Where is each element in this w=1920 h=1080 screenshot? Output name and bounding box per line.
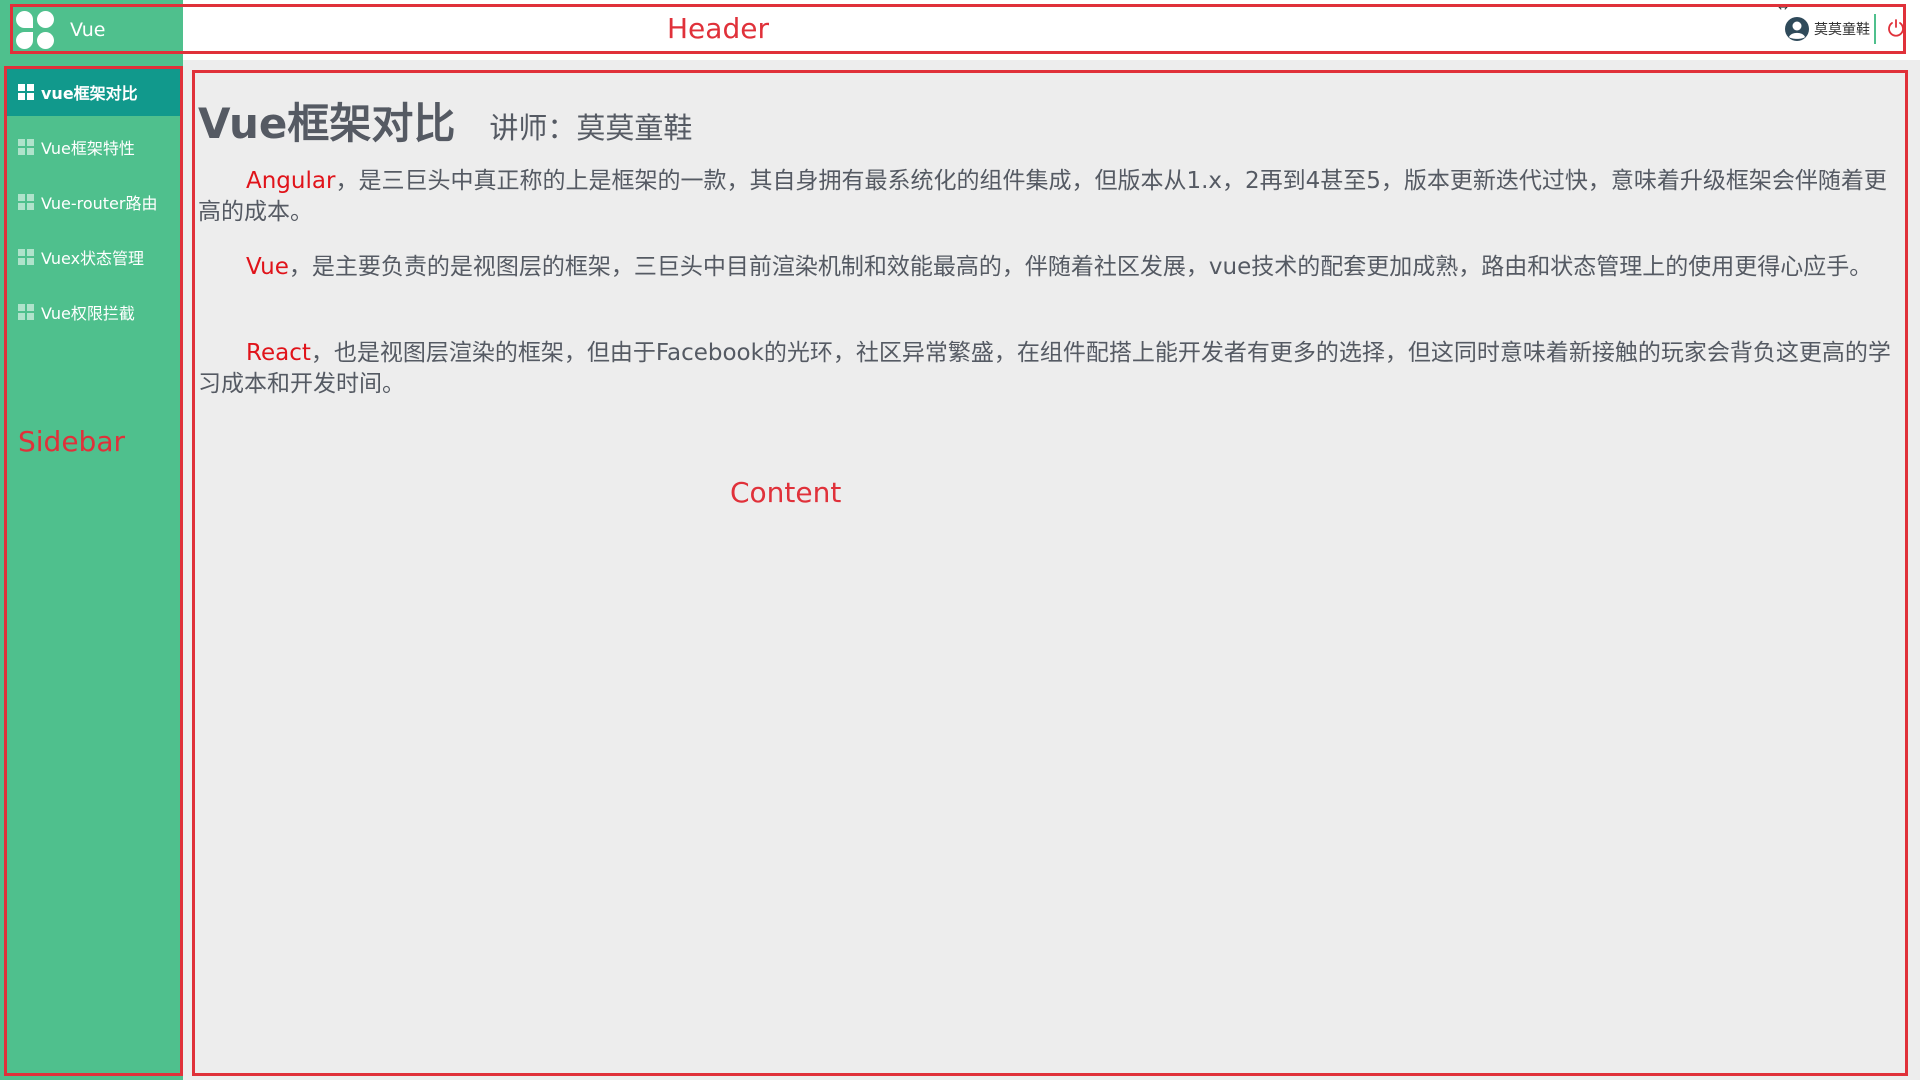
sidebar-menu: vue框架对比 Vue框架特性 Vue-router路由 Vuex状态管理 Vu…	[7, 68, 180, 343]
sidebar-item-label: Vue-router路由	[41, 194, 158, 213]
power-icon[interactable]	[1886, 18, 1906, 38]
header-annotation: Header	[667, 12, 769, 45]
vue-logo-icon	[16, 11, 54, 49]
grid-icon	[18, 249, 34, 265]
grid-icon	[18, 84, 34, 100]
grid-icon	[18, 194, 34, 210]
paragraph-react: React，也是视图层渲染的框架，但由于Facebook的光环，社区异常繁盛，在…	[198, 338, 1900, 400]
page-title: Vue框架对比	[198, 99, 456, 148]
logo-text: Vue	[70, 19, 106, 41]
header-divider	[1874, 14, 1876, 44]
header: Vue ↔ 莫莫童鞋	[0, 0, 1920, 60]
paragraph-text: ，也是视图层渲染的框架，但由于Facebook的光环，社区异常繁盛，在组件配搭上…	[198, 340, 1891, 397]
logo-area[interactable]: Vue	[0, 0, 183, 60]
sidebar-item-label: vue框架对比	[41, 84, 138, 103]
paragraph-vue: Vue，是主要负责的是视图层的框架，三巨头中目前渲染机制和效能最高的，伴随着社区…	[198, 252, 1900, 283]
sidebar-annotation: Sidebar	[18, 425, 125, 458]
sidebar-item-label: Vuex状态管理	[41, 249, 145, 268]
app-root: Vue ↔ 莫莫童鞋 vue框架对比 Vue框架特性 Vue-router路由 …	[0, 0, 1920, 1080]
sidebar-item-vuex[interactable]: Vuex状态管理	[7, 233, 180, 281]
sidebar-item-label: Vue权限拦截	[41, 304, 135, 323]
user-avatar-icon	[1785, 17, 1809, 41]
sidebar-item-vue-features[interactable]: Vue框架特性	[7, 123, 180, 171]
sidebar-item-label: Vue框架特性	[41, 139, 135, 158]
sidebar-item-vue-auth[interactable]: Vue权限拦截	[7, 288, 180, 336]
paragraph-angular: Angular，是三巨头中真正称的上是框架的一款，其自身拥有最系统化的组件集成，…	[198, 166, 1900, 228]
sidebar-item-vue-router[interactable]: Vue-router路由	[7, 178, 180, 226]
keyword: React	[246, 340, 311, 366]
paragraph-text: ，是三巨头中真正称的上是框架的一款，其自身拥有最系统化的组件集成，但版本从1.x…	[198, 168, 1887, 225]
grid-icon	[18, 139, 34, 155]
user-menu[interactable]: 莫莫童鞋	[1784, 14, 1870, 44]
paragraph-text: ，是主要负责的是视图层的框架，三巨头中目前渲染机制和效能最高的，伴随着社区发展，…	[288, 254, 1873, 280]
lecturer-label: 讲师：莫莫童鞋	[489, 111, 693, 145]
sidebar-item-vue-compare[interactable]: vue框架对比	[7, 68, 180, 116]
grid-icon	[18, 304, 34, 320]
user-name: 莫莫童鞋	[1814, 22, 1870, 38]
keyword: Angular	[246, 168, 336, 194]
content-annotation: Content	[730, 476, 842, 509]
resize-arrows-icon: ↔	[1777, 0, 1788, 14]
keyword: Vue	[246, 254, 289, 280]
content-heading: Vue框架对比 讲师：莫莫童鞋	[198, 90, 692, 151]
